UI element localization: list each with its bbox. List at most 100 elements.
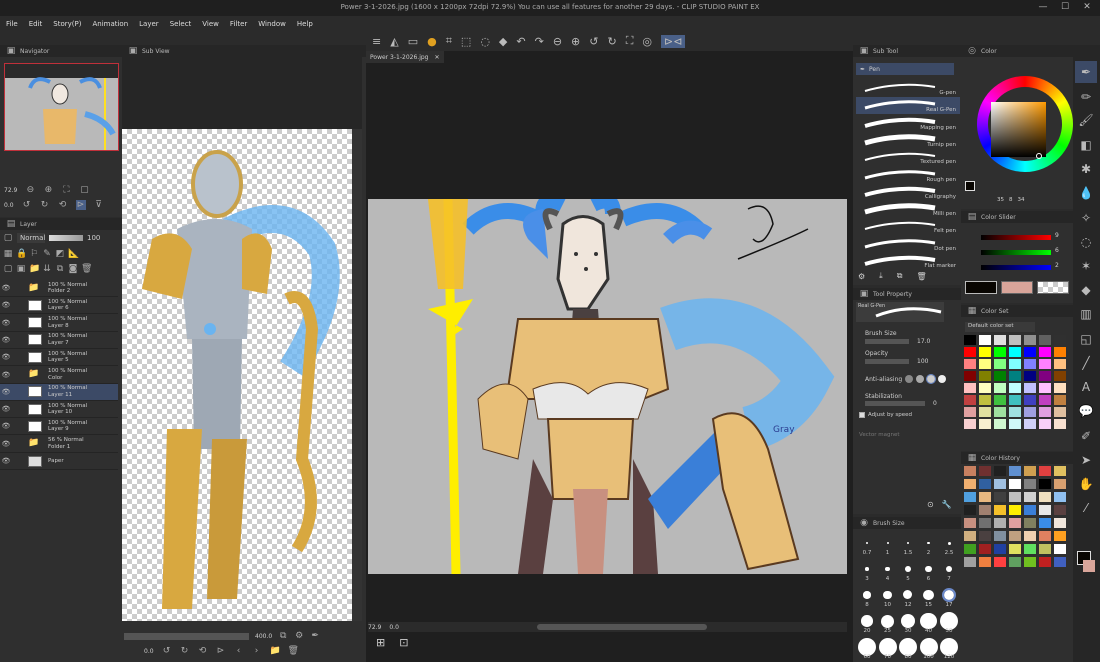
color-history-swatch[interactable]	[994, 479, 1006, 489]
layer-row[interactable]: 👁 📁 100 % Normal Folder 2	[0, 280, 118, 297]
figure-tool-icon[interactable]: ◱	[1075, 328, 1097, 350]
color-history-swatch[interactable]	[1009, 544, 1021, 554]
layer-property-icon[interactable]: ▢	[3, 233, 13, 243]
flip-icon[interactable]: ⊳	[216, 646, 226, 656]
stabilization-slider[interactable]	[865, 401, 925, 406]
color-history-swatch[interactable]	[1009, 479, 1021, 489]
brush-size-dot[interactable]	[927, 541, 930, 545]
reset-rotation-icon[interactable]: ⟲	[58, 200, 68, 210]
import-icon[interactable]: ⧉	[278, 631, 288, 641]
pen-tool-icon[interactable]: ✒	[1075, 61, 1097, 83]
menu-view[interactable]: View	[202, 20, 219, 28]
color-history-swatch[interactable]	[1039, 544, 1051, 554]
color-history-swatch[interactable]	[1054, 492, 1066, 502]
new-canvas-icon[interactable]: ◭	[390, 35, 398, 48]
visibility-eye-icon[interactable]: 👁	[0, 371, 12, 379]
menu-icon[interactable]: ≡	[372, 35, 381, 48]
color-set-swatch[interactable]	[1024, 371, 1036, 381]
subview-scrollbar[interactable]	[352, 129, 362, 621]
visibility-eye-icon[interactable]: 👁	[0, 284, 12, 292]
rotate-right-icon[interactable]: ↻	[607, 35, 616, 48]
brush-item[interactable]: Mapping pen	[856, 115, 960, 132]
menu-file[interactable]: File	[6, 20, 18, 28]
color-history-swatch[interactable]	[979, 466, 991, 476]
color-history-swatch[interactable]	[1054, 479, 1066, 489]
rotate-left-icon[interactable]: ↺	[162, 646, 172, 656]
actual-size-icon[interactable]: ▢	[79, 185, 89, 195]
fit-icon[interactable]: ⛶	[61, 185, 71, 195]
color-history-swatch[interactable]	[1054, 557, 1066, 567]
color-history-swatch[interactable]	[1054, 518, 1066, 528]
toolbar-sub-color[interactable]	[1083, 560, 1095, 572]
navigator-zoom-value[interactable]: 72.9	[4, 187, 17, 194]
zoom-in-icon[interactable]: ⊕	[43, 185, 53, 195]
visibility-eye-icon[interactable]: 👁	[0, 336, 12, 344]
antialias-strong-button[interactable]	[938, 375, 947, 383]
color-set-swatch[interactable]	[994, 419, 1006, 429]
color-history-swatch[interactable]	[979, 518, 991, 528]
color-set-swatch[interactable]	[964, 383, 976, 393]
brush-item[interactable]: Textured pen	[856, 149, 960, 166]
color-set-swatch[interactable]	[1024, 395, 1036, 405]
canvas-zoom-value[interactable]: 72.9	[368, 624, 381, 631]
hue-value[interactable]: 35	[997, 197, 1004, 203]
layer-row[interactable]: 👁 100 % Normal Layer 9	[0, 418, 118, 436]
color-history-swatch[interactable]	[1039, 492, 1051, 502]
brush-size-dot[interactable]	[947, 541, 951, 545]
canvas-tab[interactable]: Power 3-1-2026.jpg ✕	[366, 51, 444, 63]
color-set-swatch[interactable]	[994, 407, 1006, 417]
eyedropper-tool-icon[interactable]: ⁄	[1075, 497, 1097, 519]
gradient-tool-icon[interactable]: ▥	[1075, 303, 1097, 325]
subview-angle-value[interactable]: 0.0	[144, 648, 154, 655]
color-set-swatch[interactable]	[1009, 383, 1021, 393]
flip-icon[interactable]: ⊳⊲	[661, 34, 686, 48]
color-history-swatch[interactable]	[964, 518, 976, 528]
color-set-swatch[interactable]	[964, 371, 976, 381]
navigator-tab[interactable]: Navigator	[20, 48, 49, 55]
next-icon[interactable]: ›	[252, 646, 262, 656]
transform-icon[interactable]: ⌗	[446, 34, 452, 48]
color-history-swatch[interactable]	[979, 492, 991, 502]
rotate-left-icon[interactable]: ↺	[22, 200, 32, 210]
sub-drawing-color[interactable]	[1001, 281, 1033, 294]
layer-row[interactable]: 👁 100 % Normal Layer 5	[0, 349, 118, 367]
color-history-swatch[interactable]	[1054, 466, 1066, 476]
opacity-slider[interactable]	[49, 235, 83, 241]
color-history-swatch[interactable]	[1024, 557, 1036, 567]
visibility-eye-icon[interactable]: 👁	[0, 301, 12, 309]
color-history-swatch[interactable]	[994, 492, 1006, 502]
layer-row[interactable]: 👁 100 % Normal Layer 8	[0, 315, 118, 332]
color-history-tab[interactable]: Color History	[981, 455, 1020, 462]
brush-size-dot[interactable]	[865, 567, 869, 571]
balloon-tool-icon[interactable]: 💬	[1075, 400, 1097, 422]
merge-icon[interactable]: ⇊	[42, 264, 52, 274]
layer-row[interactable]: 👁 100 % Normal Layer 10	[0, 401, 118, 419]
menu-filter[interactable]: Filter	[230, 20, 247, 28]
vector-magnet-label[interactable]: Vector magnet	[859, 432, 900, 438]
color-history-swatch[interactable]	[994, 518, 1006, 528]
color-history-swatch[interactable]	[964, 505, 976, 515]
color-history-swatch[interactable]	[1054, 505, 1066, 515]
color-slider-tab[interactable]: Color Slider	[981, 214, 1016, 221]
color-set-swatch[interactable]	[1024, 359, 1036, 369]
select-all-icon[interactable]: ⬚	[461, 35, 471, 48]
color-history-swatch[interactable]	[1024, 479, 1036, 489]
pencil-tool-icon[interactable]: ✏	[1075, 86, 1097, 108]
visibility-eye-icon[interactable]: 👁	[0, 388, 12, 396]
text-tool-icon[interactable]: A	[1075, 376, 1097, 398]
color-history-swatch[interactable]	[1009, 531, 1021, 541]
color-set-swatch[interactable]	[964, 347, 976, 357]
color-set-swatch[interactable]	[1009, 359, 1021, 369]
color-history-swatch[interactable]	[964, 479, 976, 489]
color-history-swatch[interactable]	[1024, 531, 1036, 541]
main-drawing-color[interactable]	[965, 281, 997, 294]
brush-item[interactable]: Milli pen	[856, 201, 960, 218]
color-history-swatch[interactable]	[1024, 544, 1036, 554]
brush-opacity-value[interactable]: 100	[917, 358, 928, 365]
color-set-swatch[interactable]	[1054, 407, 1066, 417]
antialias-weak-button[interactable]	[916, 375, 925, 383]
color-history-swatch[interactable]	[1024, 518, 1036, 528]
color-history-swatch[interactable]	[964, 531, 976, 541]
brush-size-dot[interactable]	[920, 612, 937, 630]
brush-size-tab[interactable]: Brush Size	[873, 520, 905, 527]
